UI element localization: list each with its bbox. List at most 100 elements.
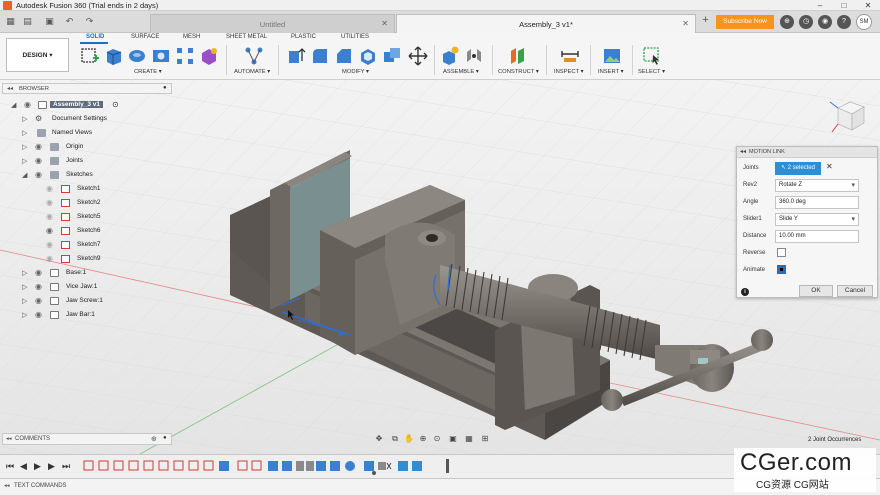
- measure-icon[interactable]: [560, 46, 580, 66]
- visibility-icon[interactable]: ◉: [46, 184, 53, 193]
- ok-button[interactable]: OK: [799, 285, 833, 297]
- close-tab-icon[interactable]: ✕: [381, 19, 388, 28]
- expand-icon[interactable]: ▷: [22, 283, 27, 291]
- group-label-assemble[interactable]: ASSEMBLE ▾: [443, 69, 479, 75]
- browser-item-sketch2[interactable]: ◉ Sketch2: [2, 197, 172, 210]
- browser-item-document-settings[interactable]: ▷ ⚙ Document Settings: [2, 113, 172, 126]
- help-icon[interactable]: ?: [837, 15, 851, 29]
- expand-icon[interactable]: ▷: [22, 157, 27, 165]
- new-tab-icon[interactable]: +: [700, 15, 711, 26]
- browser-item-joints[interactable]: ▷ ◉ Joints: [2, 155, 172, 168]
- look-at-icon[interactable]: ⧉: [390, 434, 400, 444]
- pin-icon[interactable]: ●: [163, 85, 167, 91]
- browser-root[interactable]: ◢ ◉ Assembly_3 v1 ⊙: [2, 99, 172, 112]
- visibility-icon[interactable]: ◉: [24, 100, 31, 109]
- create-sketch-icon[interactable]: [80, 46, 100, 66]
- automate-icon[interactable]: [244, 46, 264, 66]
- group-label-select[interactable]: SELECT ▾: [638, 69, 665, 75]
- distance-input[interactable]: 10.00 mm: [775, 230, 859, 243]
- hole-icon[interactable]: [151, 46, 171, 66]
- extensions-icon[interactable]: ⊕: [780, 15, 794, 29]
- display-settings-icon[interactable]: ▣: [448, 434, 458, 444]
- activate-icon[interactable]: ⊙: [112, 100, 119, 109]
- browser-item-jaw-bar[interactable]: ▷ ◉ Jaw Bar:1: [2, 309, 172, 322]
- select-icon[interactable]: [642, 46, 662, 66]
- animate-checkbox[interactable]: [777, 265, 786, 274]
- tab-plastic[interactable]: PLASTIC: [291, 34, 316, 40]
- maximize-icon[interactable]: □: [832, 0, 856, 11]
- go-to-end-icon[interactable]: ⏭: [62, 461, 70, 472]
- browser-item-sketch5[interactable]: ◉ Sketch5: [2, 211, 172, 224]
- visibility-icon[interactable]: ◉: [35, 268, 42, 277]
- browser-item-sketch1[interactable]: ◉ Sketch1: [2, 183, 172, 196]
- angle-input[interactable]: 360.0 deg: [775, 196, 859, 209]
- slider-dropdown[interactable]: Slide Y: [775, 213, 859, 226]
- visibility-icon[interactable]: ◉: [46, 240, 53, 249]
- go-to-start-icon[interactable]: ⏮: [6, 461, 14, 472]
- tab-assembly[interactable]: Assembly_3 v1* ✕: [396, 14, 696, 33]
- expand-icon[interactable]: ◂◂: [6, 436, 12, 442]
- visibility-icon[interactable]: ◉: [46, 226, 53, 235]
- pan-icon[interactable]: ✋: [404, 434, 414, 444]
- workspace-switcher[interactable]: DESIGN ▾: [6, 38, 69, 72]
- browser-item-sketch9[interactable]: ◉ Sketch9: [2, 253, 172, 266]
- save-icon[interactable]: ▣: [44, 16, 55, 27]
- notifications-icon[interactable]: ◉: [818, 15, 832, 29]
- add-comment-icon[interactable]: ⊕: [151, 435, 157, 443]
- pattern-icon[interactable]: [175, 46, 195, 66]
- step-back-icon[interactable]: ◀: [20, 461, 27, 472]
- data-panel-icon[interactable]: ▦: [5, 16, 16, 27]
- zoom-icon[interactable]: ⊕: [418, 434, 428, 444]
- avatar[interactable]: SM: [856, 14, 872, 30]
- browser-item-jaw-screw[interactable]: ▷ ◉ Jaw Screw:1: [2, 295, 172, 308]
- visibility-icon[interactable]: ◉: [35, 156, 42, 165]
- browser-item-sketch7[interactable]: ◉ Sketch7: [2, 239, 172, 252]
- move-copy-icon[interactable]: [408, 46, 428, 66]
- visibility-icon[interactable]: ◉: [35, 310, 42, 319]
- orbit-icon[interactable]: ✥: [374, 434, 384, 444]
- visibility-icon[interactable]: ◉: [46, 212, 53, 221]
- rev-dropdown[interactable]: Rotate Z: [775, 179, 859, 192]
- combine-icon[interactable]: [382, 46, 402, 66]
- expand-icon[interactable]: ◢: [22, 171, 27, 179]
- joint-icon[interactable]: [464, 46, 484, 66]
- viewports-icon[interactable]: ⊞: [480, 434, 490, 444]
- expand-icon[interactable]: ◢: [11, 101, 16, 109]
- expand-icon[interactable]: ▷: [22, 311, 27, 319]
- expand-icon[interactable]: ◂◂: [4, 483, 10, 489]
- insert-image-icon[interactable]: [602, 46, 622, 66]
- joints-select-button[interactable]: ↖ 2 selected: [775, 162, 821, 175]
- group-label-create[interactable]: CREATE ▾: [134, 69, 162, 75]
- tab-solid[interactable]: SOLID: [86, 34, 104, 40]
- play-icon[interactable]: ▶: [34, 461, 41, 472]
- visibility-icon[interactable]: ◉: [35, 170, 42, 179]
- visibility-icon[interactable]: ◉: [35, 282, 42, 291]
- comments-panel[interactable]: ◂◂ COMMENTS ⊕ ●: [2, 433, 172, 445]
- tab-utilities[interactable]: UTILITIES: [341, 34, 369, 40]
- expand-icon[interactable]: ▷: [22, 129, 27, 137]
- expand-icon[interactable]: ◂◂: [740, 148, 746, 155]
- form-icon[interactable]: [199, 46, 219, 66]
- visibility-icon[interactable]: ◉: [35, 296, 42, 305]
- expand-icon[interactable]: ▷: [22, 143, 27, 151]
- undo-icon[interactable]: ↶: [64, 16, 75, 27]
- tab-sheet-metal[interactable]: SHEET METAL: [226, 34, 267, 40]
- close-tab-icon[interactable]: ✕: [682, 19, 689, 28]
- cancel-button[interactable]: Cancel: [837, 285, 873, 297]
- tab-untitled[interactable]: Untitled ✕: [150, 14, 395, 33]
- browser-item-sketches[interactable]: ◢ ◉ Sketches: [2, 169, 172, 182]
- chamfer-icon[interactable]: [334, 46, 354, 66]
- group-label-inspect[interactable]: INSPECT ▾: [554, 69, 584, 75]
- job-status-icon[interactable]: ◷: [799, 15, 813, 29]
- fillet-icon[interactable]: [310, 46, 330, 66]
- expand-icon[interactable]: ▷: [22, 269, 27, 277]
- collapse-icon[interactable]: ◂◂: [7, 85, 13, 92]
- group-label-construct[interactable]: CONSTRUCT ▾: [498, 69, 539, 75]
- timeline-features[interactable]: [82, 459, 462, 475]
- grid-snaps-icon[interactable]: ▦: [464, 434, 474, 444]
- pin-icon[interactable]: ●: [163, 435, 167, 441]
- browser-item-named-views[interactable]: ▷ Named Views: [2, 127, 172, 140]
- visibility-icon[interactable]: ◉: [46, 254, 53, 263]
- browser-item-vice-jaw[interactable]: ▷ ◉ Vice Jaw:1: [2, 281, 172, 294]
- dialog-header[interactable]: ◂◂ MOTION LINK: [737, 147, 877, 158]
